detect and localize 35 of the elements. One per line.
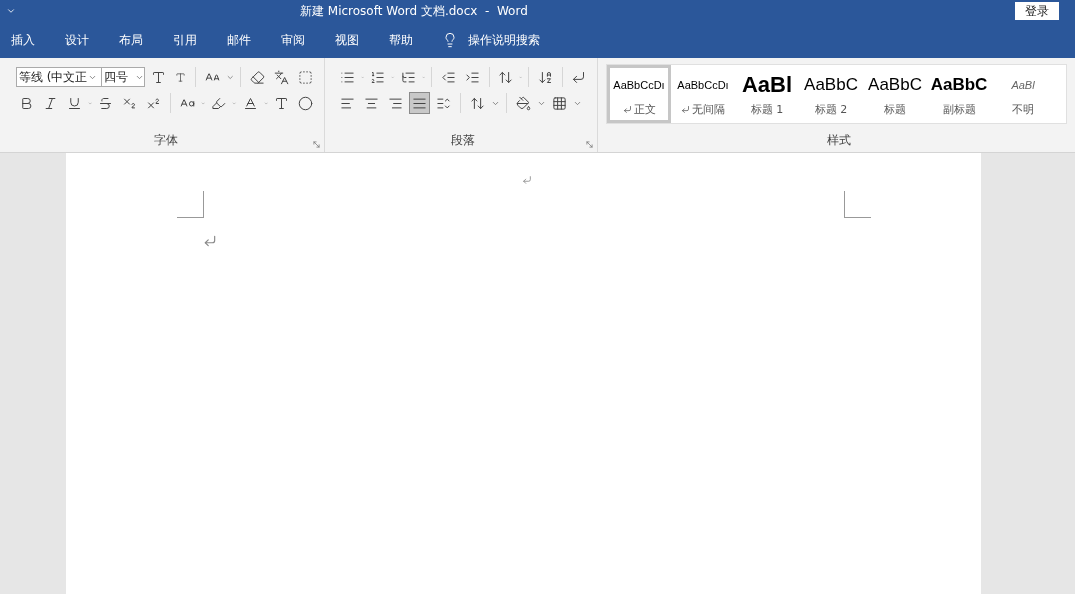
ribbon-tab[interactable]: 设计 [56, 27, 98, 53]
ribbon-tab[interactable]: 审阅 [272, 27, 314, 53]
font-size-field[interactable]: 四号 [101, 67, 145, 87]
tell-me-search-field[interactable]: 操作说明搜索 [466, 32, 580, 48]
style-name: 无间隔 [681, 101, 725, 117]
window-title: 新建 Microsoft Word 文档.docx - Word [300, 2, 529, 20]
justify-icon[interactable] [409, 92, 430, 114]
ribbon-tab[interactable]: 引用 [164, 27, 206, 53]
style-item[interactable]: AaBbCcDı 正文 [607, 65, 671, 123]
paragraph-mark-icon [681, 104, 690, 114]
style-name: 标题 2 [814, 101, 848, 117]
group-label: 样式 [825, 132, 852, 149]
lightbulb-icon[interactable] [442, 32, 458, 48]
ribbon-tab[interactable]: 布局 [110, 27, 152, 53]
style-name: 标题 1 [750, 101, 784, 117]
ribbon-tab[interactable]: 邮件 [218, 27, 260, 53]
style-name: 正文 [622, 101, 656, 117]
quick-access-menu-icon[interactable] [6, 6, 16, 16]
paragraph-mark-icon [521, 175, 532, 185]
style-name: 不明 [1012, 101, 1034, 117]
ribbon-tab[interactable]: 插入 [2, 27, 44, 53]
group-label: 字体 [153, 132, 179, 149]
ribbon-tab[interactable]: 帮助 [380, 27, 422, 53]
dialog-launcher-icon[interactable] [312, 140, 321, 149]
crop-mark [843, 191, 871, 218]
sign-in-button[interactable]: 登录 [1015, 2, 1059, 20]
dialog-launcher-icon[interactable] [585, 140, 594, 149]
paragraph-mark-icon [622, 104, 632, 114]
crop-mark [176, 191, 204, 218]
paragraph-mark-icon [202, 234, 217, 248]
ribbon-tab[interactable]: 视图 [326, 27, 368, 53]
font-name-field[interactable]: 等线 (中文正 [16, 67, 103, 87]
style-name: 标题 [884, 101, 906, 117]
style-name: 副标题 [942, 101, 976, 117]
group-label: 段落 [450, 132, 476, 149]
